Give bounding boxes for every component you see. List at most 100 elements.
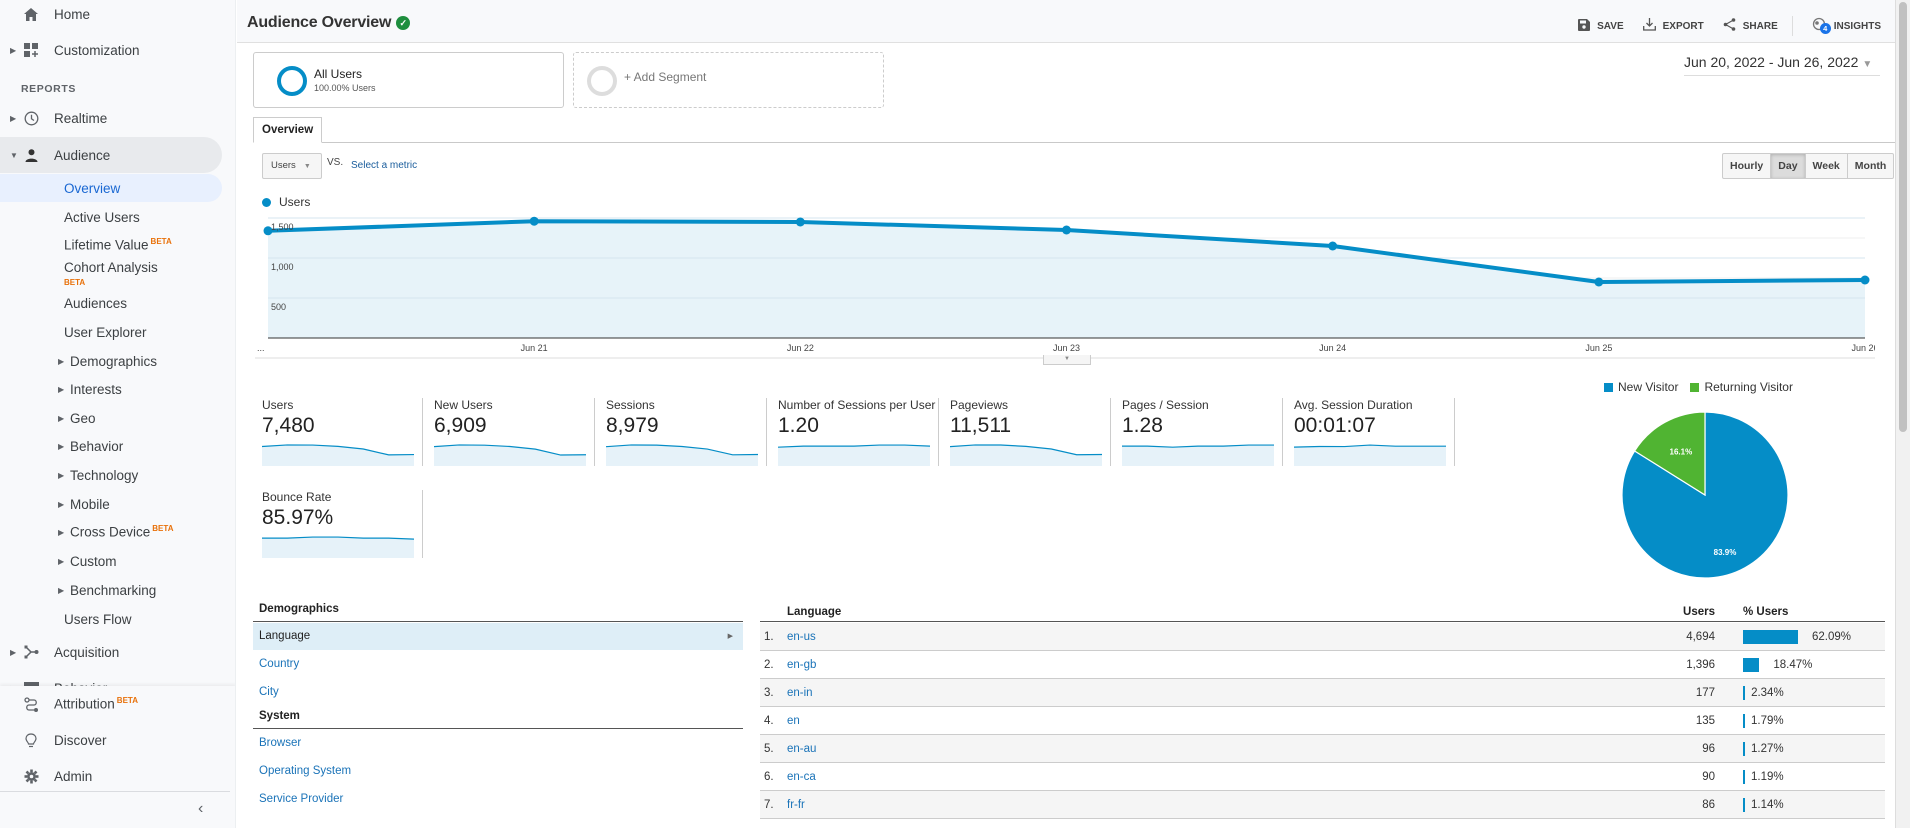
dimension-link[interactable]: Language ▶ bbox=[253, 623, 743, 650]
sidebar-item-customization[interactable]: ▶ Customization bbox=[0, 32, 222, 68]
sidebar-subitem[interactable]: Audiences bbox=[0, 289, 222, 317]
select-metric-link[interactable]: Select a metric bbox=[351, 160, 417, 171]
metric-card[interactable]: Pageviews 11,511 bbox=[943, 398, 1115, 470]
sidebar-subitem-label: Behavior bbox=[70, 438, 124, 454]
sidebar-subitem[interactable]: ▶ Benchmarking bbox=[0, 576, 222, 604]
metric-card[interactable]: Users 7,480 bbox=[255, 398, 427, 470]
segment-all-users[interactable]: All Users 100.00% Users bbox=[253, 52, 564, 108]
page-title-text: Audience Overview bbox=[247, 14, 392, 31]
dimension-group-heading: Demographics bbox=[253, 600, 743, 622]
users-value: 4,694 bbox=[1686, 631, 1715, 643]
sidebar-item-discover[interactable]: Discover bbox=[0, 722, 222, 758]
metric-dropdown-value: Users bbox=[271, 160, 296, 171]
x-tick-label: Jun 26 bbox=[1851, 343, 1875, 353]
dimension-link[interactable]: Country bbox=[253, 651, 743, 678]
x-tick-label: ... bbox=[257, 343, 265, 353]
add-segment-button[interactable]: + Add Segment bbox=[573, 52, 884, 108]
beta-badge: BETA bbox=[150, 237, 172, 247]
scrollbar-thumb[interactable] bbox=[1899, 2, 1907, 432]
dimension-link-label: City bbox=[259, 686, 279, 698]
metric-card[interactable]: Number of Sessions per User 1.20 bbox=[771, 398, 943, 470]
data-point[interactable] bbox=[1062, 225, 1071, 235]
sidebar-subitem[interactable]: Lifetime Value BETA bbox=[0, 231, 222, 259]
sparkline-area bbox=[950, 444, 1102, 466]
granularity-month-button[interactable]: Month bbox=[1846, 154, 1894, 178]
caret-right-icon: ▶ bbox=[10, 113, 17, 123]
metric-card[interactable]: Bounce Rate 85.97% bbox=[255, 490, 427, 562]
sidebar-item-admin[interactable]: Admin bbox=[0, 758, 222, 794]
data-point[interactable] bbox=[795, 217, 805, 227]
insights-icon: 4 bbox=[1812, 17, 1831, 35]
save-button[interactable]: SAVE bbox=[1578, 18, 1624, 34]
tab-bar-line bbox=[253, 142, 1895, 143]
sidebar-subitem[interactable]: Active Users bbox=[0, 203, 222, 231]
metric-value: 1.20 bbox=[778, 414, 819, 437]
sidebar-subitem[interactable]: Overview bbox=[0, 174, 222, 202]
x-tick-label: Jun 21 bbox=[521, 343, 548, 353]
metric-card[interactable]: Avg. Session Duration 00:01:07 bbox=[1287, 398, 1459, 470]
insights-button[interactable]: 4 INSIGHTS bbox=[1812, 17, 1881, 35]
metric-card[interactable]: New Users 6,909 bbox=[427, 398, 599, 470]
sidebar-item-realtime[interactable]: ▶ Realtime bbox=[0, 100, 222, 136]
sidebar-item-acquisition[interactable]: ▶ Acquisition bbox=[0, 634, 222, 670]
tab-overview[interactable]: Overview bbox=[253, 117, 323, 143]
metric-card[interactable]: Pages / Session 1.28 bbox=[1115, 398, 1287, 470]
row-index: 4. bbox=[764, 715, 774, 727]
share-button[interactable]: SHARE bbox=[1723, 18, 1778, 34]
chart-resize-handle[interactable]: ▼ bbox=[1043, 355, 1091, 365]
sidebar-subitem-label: Mobile bbox=[70, 496, 110, 512]
dimension-link[interactable]: City bbox=[253, 679, 743, 706]
sidebar-subitem[interactable]: ▶ Interests bbox=[0, 375, 222, 403]
language-link[interactable]: en-us bbox=[787, 631, 816, 643]
x-tick-label: Jun 22 bbox=[787, 343, 814, 353]
sidebar-subitem[interactable]: Cohort Analysis BETA bbox=[0, 260, 222, 288]
data-point[interactable] bbox=[1860, 275, 1870, 285]
language-link[interactable]: en-au bbox=[787, 743, 816, 755]
sidebar-subitem[interactable]: ▶ Behavior bbox=[0, 432, 222, 460]
language-link[interactable]: fr-fr bbox=[787, 799, 805, 811]
export-button[interactable]: EXPORT bbox=[1642, 18, 1704, 34]
sidebar-subitem[interactable]: ▶ Custom bbox=[0, 547, 222, 575]
x-tick-label: Jun 24 bbox=[1319, 343, 1346, 353]
dimension-link[interactable]: Operating System bbox=[253, 758, 743, 785]
page-scrollbar[interactable] bbox=[1895, 0, 1910, 828]
date-range-picker[interactable]: Jun 20, 2022 - Jun 26, 2022 ▼ bbox=[1684, 54, 1880, 76]
sidebar-item-attribution[interactable]: Attribution BETA bbox=[0, 686, 222, 722]
sidebar-subitem[interactable]: ▶ Geo bbox=[0, 404, 222, 432]
metric-sparkline bbox=[1122, 444, 1274, 466]
language-link[interactable]: en-in bbox=[787, 687, 813, 699]
granularity-week-button[interactable]: Week bbox=[1804, 154, 1847, 178]
sidebar-subitem-label: Demographics bbox=[70, 353, 158, 369]
pie-legend-new-visitor: New Visitor bbox=[1604, 380, 1678, 394]
dimension-link[interactable]: Service Provider bbox=[253, 786, 743, 813]
metric-sparkline bbox=[606, 444, 758, 466]
column-header-users[interactable]: Users bbox=[1683, 606, 1715, 618]
metric-divider bbox=[422, 398, 423, 466]
sidebar-subitem[interactable]: ▶ Mobile bbox=[0, 490, 222, 518]
metric-dropdown[interactable]: Users ▼ bbox=[262, 153, 322, 179]
granularity-hourly-button[interactable]: Hourly bbox=[1723, 154, 1770, 178]
granularity-day-button[interactable]: Day bbox=[1770, 154, 1805, 178]
sidebar-subitem[interactable]: ▶ Technology bbox=[0, 461, 222, 489]
dimension-link[interactable]: Browser bbox=[253, 730, 743, 757]
segment-name: All Users bbox=[314, 67, 363, 81]
segment-circle-icon bbox=[277, 66, 307, 96]
sidebar-subitem[interactable]: ▶ Cross Device BETA bbox=[0, 518, 222, 546]
metric-label: New Users bbox=[434, 398, 493, 412]
data-point[interactable] bbox=[1328, 241, 1338, 251]
data-point[interactable] bbox=[1594, 277, 1604, 287]
collapse-sidebar-button[interactable]: ‹ bbox=[198, 800, 203, 818]
language-link[interactable]: en-gb bbox=[787, 659, 816, 671]
metric-card[interactable]: Sessions 8,979 bbox=[599, 398, 771, 470]
language-link[interactable]: en-ca bbox=[787, 771, 816, 783]
pct-users-value: 1.14% bbox=[1751, 799, 1784, 811]
sidebar-subitem[interactable]: User Explorer bbox=[0, 318, 222, 346]
data-point[interactable] bbox=[529, 216, 539, 226]
sidebar-subitem[interactable]: ▶ Demographics bbox=[0, 347, 222, 375]
sidebar-item-home[interactable]: Home bbox=[0, 0, 222, 32]
users-value: 90 bbox=[1702, 771, 1715, 783]
beta-badge: BETA bbox=[64, 278, 86, 287]
sidebar-item-audience[interactable]: ▼ Audience bbox=[0, 137, 222, 173]
language-link[interactable]: en bbox=[787, 715, 800, 727]
sidebar-subitem[interactable]: Users Flow bbox=[0, 605, 222, 633]
